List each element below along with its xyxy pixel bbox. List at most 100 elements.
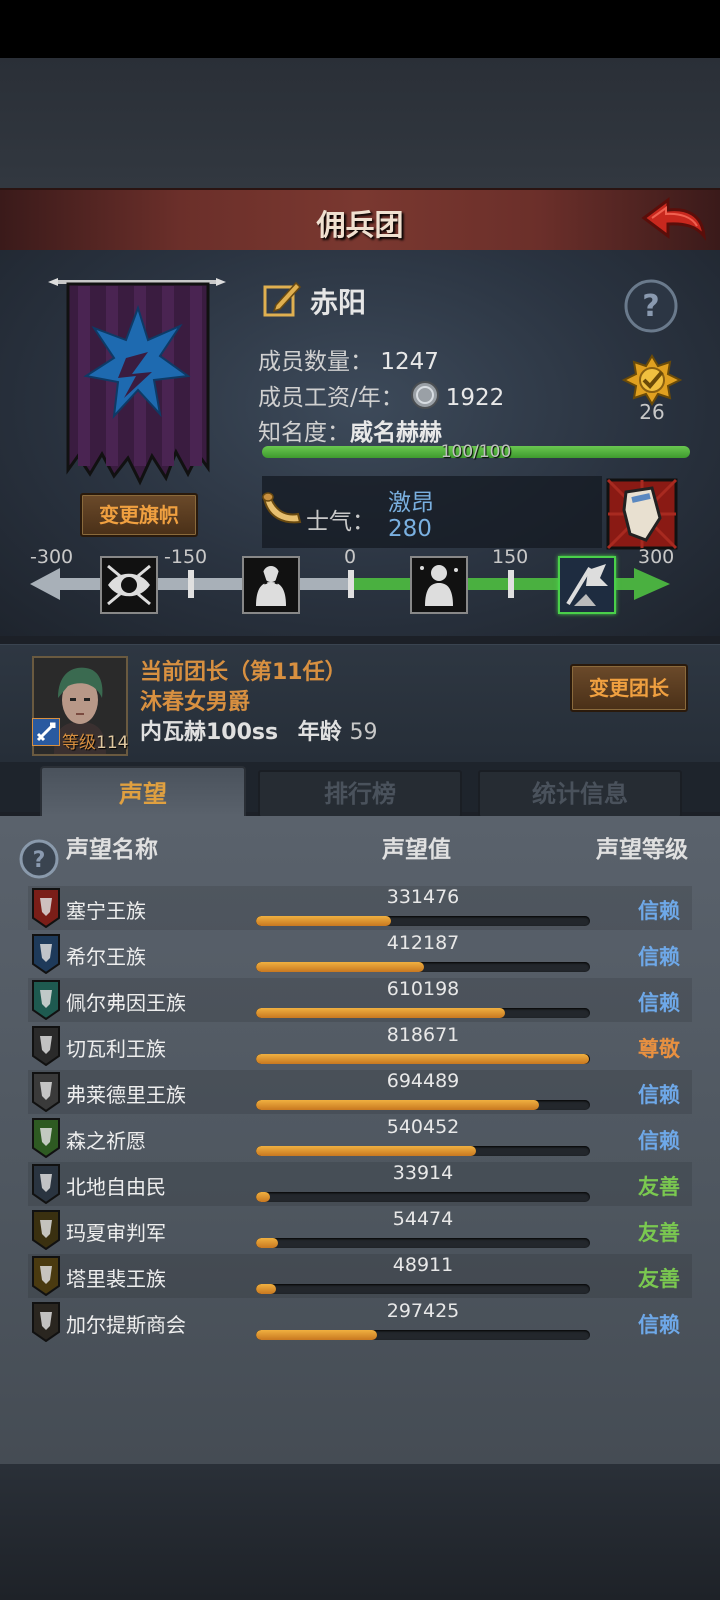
shield-fist-icon[interactable] bbox=[606, 478, 678, 550]
reputation-bar-fill bbox=[256, 1100, 539, 1110]
members-stat: 成员数量： 1247 bbox=[258, 342, 439, 376]
faction-crest-icon bbox=[32, 1164, 60, 1204]
wage-stat: 成员工资/年： 1922 bbox=[258, 378, 504, 412]
leader-age-value: 59 bbox=[349, 720, 378, 745]
reputation-bar bbox=[256, 1054, 590, 1064]
help-icon[interactable]: ? bbox=[18, 838, 60, 880]
column-header-value: 声望值 bbox=[382, 837, 451, 863]
faction-name: 切瓦利王族 bbox=[66, 1037, 166, 1061]
reputation-bar-fill bbox=[256, 1238, 279, 1248]
reputation-value: 48911 bbox=[392, 1254, 454, 1276]
status-bar-area bbox=[0, 0, 720, 58]
reputation-row[interactable]: 塔里裴王族 48911 友善 bbox=[28, 1254, 692, 1298]
bottom-area bbox=[0, 1464, 720, 1600]
reputation-row[interactable]: 北地自由民 33914 友善 bbox=[28, 1162, 692, 1206]
faction-crest-icon bbox=[32, 934, 60, 974]
reputation-row[interactable]: 希尔王族 412187 信赖 bbox=[28, 932, 692, 976]
svg-text:?: ? bbox=[33, 848, 46, 873]
reputation-bar-fill bbox=[256, 1008, 505, 1018]
reputation-value: 54474 bbox=[392, 1208, 454, 1230]
leader-level-label: 等级 bbox=[62, 733, 96, 753]
faction-crest-icon bbox=[32, 1026, 60, 1066]
leader-level: 等级114 bbox=[52, 728, 128, 753]
rank-badge-value: 26 bbox=[639, 400, 665, 424]
morale-state: 激昂 bbox=[388, 490, 434, 516]
faction-crest-icon bbox=[32, 1302, 60, 1342]
reputation-row[interactable]: 玛夏审判军 54474 友善 bbox=[28, 1208, 692, 1252]
faction-name: 北地自由民 bbox=[66, 1175, 166, 1199]
faction-name: 弗莱德里王族 bbox=[66, 1083, 186, 1107]
despair-figure-icon[interactable] bbox=[242, 556, 300, 614]
tab-statistics[interactable]: 统计信息 bbox=[478, 770, 682, 818]
wage-value: 1922 bbox=[445, 385, 505, 411]
reputation-row[interactable]: 森之祈愿 540452 信赖 bbox=[28, 1116, 692, 1160]
reputation-bar bbox=[256, 1008, 590, 1018]
reputation-bar bbox=[256, 1238, 590, 1248]
rally-banner-icon[interactable] bbox=[558, 556, 616, 614]
reputation-row[interactable]: 加尔提斯商会 297425 信赖 bbox=[28, 1300, 692, 1344]
reputation-bar bbox=[256, 962, 590, 972]
reputation-bar-fill bbox=[256, 1192, 270, 1202]
members-value: 1247 bbox=[380, 349, 439, 375]
reputation-level: 信赖 bbox=[638, 1313, 680, 1337]
reputation-row[interactable]: 佩尔弗因王族 610198 信赖 bbox=[28, 978, 692, 1022]
paranoid-eye-icon[interactable] bbox=[100, 556, 158, 614]
reputation-value: 818671 bbox=[386, 1024, 460, 1046]
reputation-row[interactable]: 塞宁王族 331476 信赖 bbox=[28, 886, 692, 930]
reputation-bar-fill bbox=[256, 916, 392, 926]
faction-name: 佩尔弗因王族 bbox=[66, 991, 186, 1015]
faction-name: 塞宁王族 bbox=[66, 899, 146, 923]
morale-value: 280 bbox=[388, 516, 432, 542]
reputation-row[interactable]: 切瓦利王族 818671 尊敬 bbox=[28, 1024, 692, 1068]
guild-name: 赤阳 bbox=[310, 286, 367, 319]
faction-name: 希尔王族 bbox=[66, 945, 146, 969]
fame-progress-text: 100/100 bbox=[440, 442, 512, 462]
neutral-figure-icon[interactable] bbox=[410, 556, 468, 614]
reputation-value: 33914 bbox=[392, 1162, 454, 1184]
help-icon[interactable]: ? bbox=[623, 278, 679, 334]
leader-age-label: 年龄 bbox=[297, 720, 342, 745]
leader-details: 内瓦赫100ss 年龄 59 bbox=[140, 714, 377, 746]
reputation-bar bbox=[256, 1100, 590, 1110]
reputation-level: 友善 bbox=[638, 1267, 680, 1291]
page-title: 佣兵团 bbox=[316, 208, 404, 242]
column-header-name: 声望名称 bbox=[66, 837, 158, 863]
faction-crest-icon bbox=[32, 1256, 60, 1296]
silver-coin-icon bbox=[410, 381, 439, 409]
faction-crest-icon bbox=[32, 888, 60, 928]
faction-crest-icon bbox=[32, 1072, 60, 1112]
title-bar: 佣兵团 bbox=[0, 188, 720, 253]
reputation-level: 尊敬 bbox=[638, 1037, 680, 1061]
change-banner-button[interactable]: 变更旗帜 bbox=[80, 493, 198, 537]
tab-reputation[interactable]: 声望 bbox=[40, 766, 246, 822]
upper-background bbox=[0, 58, 720, 188]
reputation-level: 友善 bbox=[638, 1221, 680, 1245]
members-label: 成员数量： bbox=[258, 349, 373, 375]
reputation-bar bbox=[256, 1192, 590, 1202]
reputation-row[interactable]: 弗莱德里王族 694489 信赖 bbox=[28, 1070, 692, 1114]
change-leader-button[interactable]: 变更团长 bbox=[570, 664, 688, 712]
horn-icon bbox=[262, 492, 302, 524]
back-arrow-icon[interactable] bbox=[640, 196, 708, 244]
leader-level-value: 114 bbox=[96, 733, 129, 753]
reputation-level: 信赖 bbox=[638, 1083, 680, 1107]
wage-label: 成员工资/年： bbox=[258, 385, 404, 411]
reputation-level: 信赖 bbox=[638, 1129, 680, 1153]
reputation-bar-fill bbox=[256, 1284, 276, 1294]
faction-name: 塔里裴王族 bbox=[66, 1267, 166, 1291]
reputation-value: 540452 bbox=[386, 1116, 460, 1138]
tick-label: 300 bbox=[638, 546, 675, 568]
edit-name-icon[interactable] bbox=[262, 279, 302, 319]
column-header-level: 声望等级 bbox=[596, 837, 688, 863]
guild-banner bbox=[48, 278, 226, 486]
tick-label: -150 bbox=[164, 546, 208, 568]
faction-name: 加尔提斯商会 bbox=[66, 1313, 186, 1337]
leader-weapon-name: 内瓦赫100ss bbox=[140, 720, 279, 745]
reputation-bar bbox=[256, 1146, 590, 1156]
reputation-level: 友善 bbox=[638, 1175, 680, 1199]
tab-leaderboard[interactable]: 排行榜 bbox=[258, 770, 462, 818]
tick-label: -300 bbox=[30, 546, 74, 568]
reputation-value: 297425 bbox=[386, 1300, 460, 1322]
reputation-value: 610198 bbox=[386, 978, 460, 1000]
faction-crest-icon bbox=[32, 1210, 60, 1250]
